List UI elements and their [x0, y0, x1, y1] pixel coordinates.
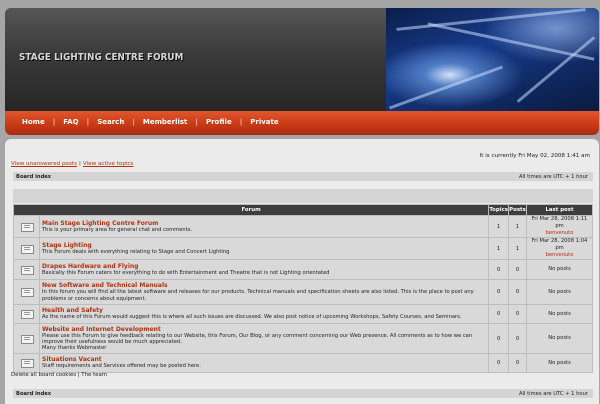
main-navigation: Home | FAQ | Search | Memberlist | Profile | Priva…: [5, 111, 599, 135]
header-dark-panel: STAGE LIGHTING CENTRE FORUM: [5, 8, 386, 111]
forum-folder-icon: [20, 309, 34, 319]
forum-folder-icon: [20, 244, 34, 254]
topics-count: 0: [488, 323, 509, 354]
the-team-link[interactable]: The team: [81, 372, 107, 378]
forum-description-signoff: Many thanks Webmaster: [42, 345, 107, 352]
forum-name-link[interactable]: Stage Lighting: [42, 242, 486, 249]
forum-name-link[interactable]: Website and Internet Development: [42, 326, 486, 333]
site-header: STAGE LIGHTING CENTRE FORUM: [5, 8, 599, 111]
forum-description: In this forum you will find all the late…: [42, 289, 474, 302]
topics-count: 1: [488, 237, 509, 260]
last-post-date: Fri Mar 28, 2008 1:11 pm: [531, 216, 588, 229]
forum-description: Staff requirements and Services offered …: [42, 363, 201, 370]
topics-count: 0: [488, 279, 509, 305]
nav-profile[interactable]: Profile: [206, 118, 232, 126]
last-post-cell: No posts: [526, 279, 593, 305]
col-posts: Posts: [508, 204, 527, 216]
quick-links: View unanswered posts | View active topics: [11, 161, 134, 167]
forum-name-link[interactable]: Drapes Hardware and Flying: [42, 263, 486, 270]
posts-count: 1: [508, 215, 527, 238]
board-index-bar-bottom: Board index All times are UTC + 1 hour: [13, 389, 593, 398]
site-title: STAGE LIGHTING CENTRE FORUM: [19, 52, 184, 63]
posts-count: 1: [508, 237, 527, 260]
forum-name-link[interactable]: Main Stage Lighting Centre Forum: [42, 220, 486, 227]
nav-home[interactable]: Home: [22, 118, 45, 126]
board-index-bar-top: Board index All times are UTC + 1 hour: [13, 172, 593, 181]
forum-folder-icon: [20, 265, 34, 275]
forum-folder-icon: [20, 358, 34, 368]
view-active-link[interactable]: View active topics: [83, 161, 134, 167]
forum-folder-icon: [20, 334, 34, 344]
nav-private[interactable]: Private: [250, 118, 278, 126]
board-index-link[interactable]: Board index: [16, 174, 51, 180]
last-post-user-link[interactable]: benvenuto: [546, 252, 574, 258]
posts-count: 0: [508, 304, 527, 324]
posts-count: 0: [508, 353, 527, 373]
table-row: Stage Lighting This Forum deals with eve…: [13, 237, 593, 260]
forum-name-link[interactable]: Health and Safety: [42, 307, 486, 314]
table-row: New Software and Technical Manuals In th…: [13, 279, 593, 305]
posts-count: 0: [508, 279, 527, 305]
col-topics: Topics: [488, 204, 509, 216]
timezone-label: All times are UTC + 1 hour: [519, 390, 588, 397]
table-row: Situations Vacant Staff requirements and…: [13, 353, 593, 373]
last-post-cell: No posts: [526, 353, 593, 373]
nav-memberlist[interactable]: Memberlist: [143, 118, 188, 126]
last-post-user-link[interactable]: benvenuto: [546, 230, 574, 236]
last-post-cell: No posts: [526, 259, 593, 280]
topics-count: 1: [488, 215, 509, 238]
current-time: It is currently Fri May 02, 2008 1:41 am: [479, 153, 590, 159]
table-row: Main Stage Lighting Centre Forum This is…: [13, 215, 593, 238]
nav-search[interactable]: Search: [97, 118, 124, 126]
forum-description: This is your primary area for general ch…: [42, 226, 193, 233]
forum-name-link[interactable]: Situations Vacant: [42, 356, 486, 363]
board-index-link[interactable]: Board index: [16, 391, 51, 397]
content-panel: It is currently Fri May 02, 2008 1:41 am…: [5, 139, 599, 404]
topics-count: 0: [488, 304, 509, 324]
forum-folder-icon: [20, 222, 34, 232]
delete-cookies-link[interactable]: Delete all board cookies: [11, 372, 76, 378]
forum-folder-icon: [20, 287, 34, 297]
view-unanswered-link[interactable]: View unanswered posts: [11, 161, 77, 167]
posts-count: 0: [508, 259, 527, 280]
header-stage-photo: [386, 8, 599, 111]
posts-count: 0: [508, 323, 527, 354]
table-row: Drapes Hardware and Flying Basically thi…: [13, 259, 593, 280]
table-row: Health and Safety As the name of this Fo…: [13, 304, 593, 324]
topics-count: 0: [488, 259, 509, 280]
forum-list-table: Forum Topics Posts Last post Main Stage …: [12, 204, 593, 373]
timezone-label: All times are UTC + 1 hour: [519, 173, 588, 180]
forum-table-top-bar: [13, 189, 593, 203]
forum-name-link[interactable]: New Software and Technical Manuals: [42, 282, 486, 289]
last-post-cell: No posts: [526, 323, 593, 354]
forum-description: As the name of this Forum would suggest …: [42, 314, 462, 321]
col-forum: Forum: [12, 204, 490, 216]
last-post-date: Fri Mar 28, 2008 1:04 pm: [531, 238, 588, 251]
col-last-post: Last post: [526, 204, 593, 216]
forum-description: This Forum deals with everything relatin…: [42, 248, 230, 255]
forum-description: Please use this Forum to give feedback r…: [42, 332, 473, 345]
nav-faq[interactable]: FAQ: [63, 118, 78, 126]
topics-count: 0: [488, 353, 509, 373]
last-post-cell: No posts: [526, 304, 593, 324]
bottom-links: Delete all board cookies | The team: [11, 372, 108, 378]
table-row: Website and Internet Development Please …: [13, 323, 593, 354]
forum-description: Basically this Forum caters for everythi…: [42, 269, 330, 276]
